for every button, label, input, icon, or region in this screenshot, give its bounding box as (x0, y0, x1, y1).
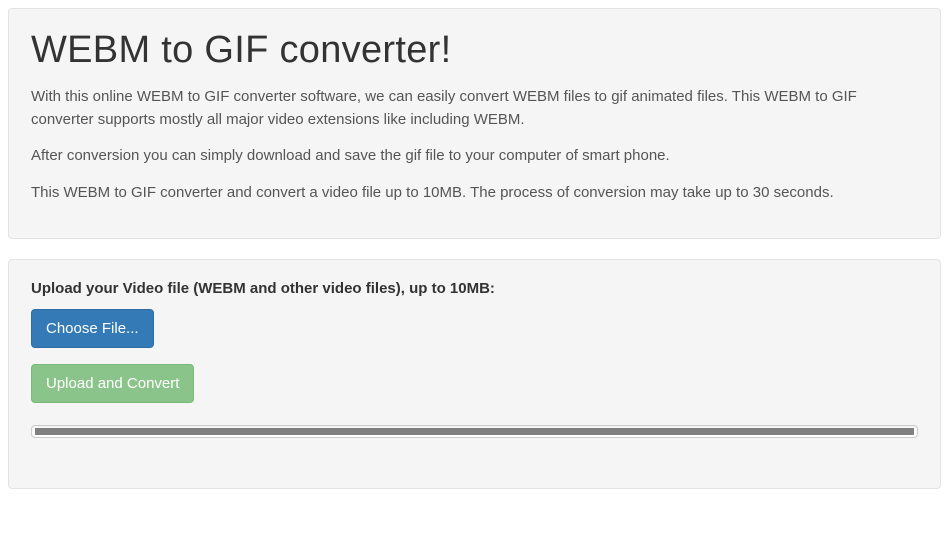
intro-paragraph-3: This WEBM to GIF converter and convert a… (31, 182, 918, 205)
page-title: WEBM to GIF converter! (31, 29, 918, 72)
choose-file-button[interactable]: Choose File... (31, 309, 154, 348)
intro-paragraph-2: After conversion you can simply download… (31, 145, 918, 168)
intro-panel: WEBM to GIF converter! With this online … (8, 8, 941, 239)
progress-bar-fill (35, 428, 914, 435)
progress-bar-container (31, 425, 918, 438)
upload-panel: Upload your Video file (WEBM and other v… (8, 259, 941, 489)
intro-paragraph-1: With this online WEBM to GIF converter s… (31, 86, 918, 131)
upload-convert-button[interactable]: Upload and Convert (31, 364, 194, 403)
upload-label: Upload your Video file (WEBM and other v… (31, 280, 918, 297)
